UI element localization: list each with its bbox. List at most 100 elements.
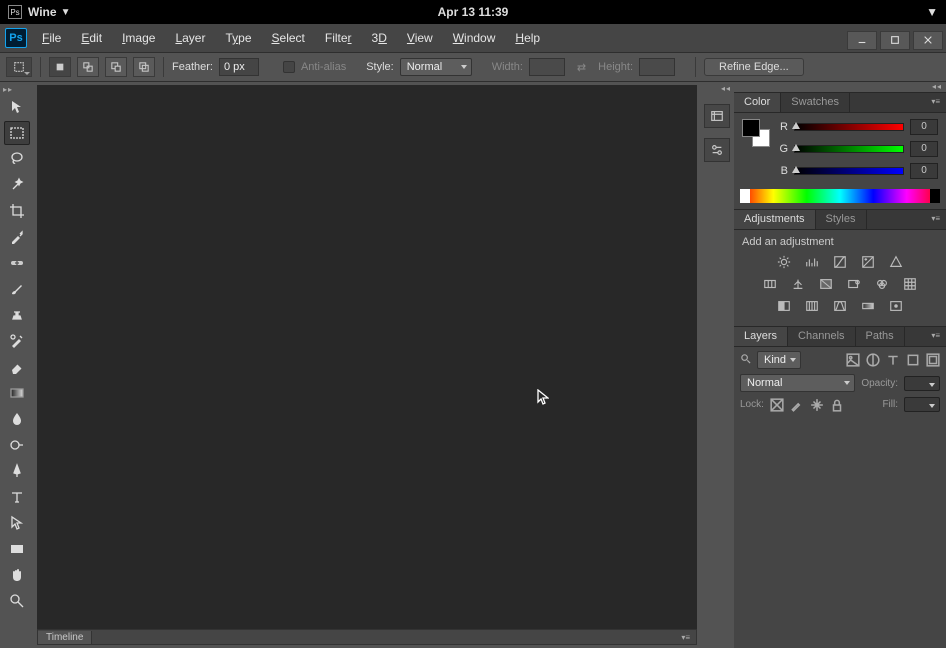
hand-tool[interactable]	[4, 563, 30, 587]
channel-mixer-icon[interactable]	[873, 276, 891, 292]
menu-help[interactable]: Help	[505, 25, 550, 51]
menu-window[interactable]: Window	[443, 25, 506, 51]
invert-icon[interactable]	[775, 298, 793, 314]
tab-layers[interactable]: Layers	[734, 327, 788, 346]
type-tool[interactable]	[4, 485, 30, 509]
history-brush-tool[interactable]	[4, 329, 30, 353]
b-value-input[interactable]: 0	[910, 163, 938, 179]
g-slider[interactable]	[794, 145, 904, 153]
properties-panel-icon[interactable]	[704, 138, 730, 162]
menu-edit[interactable]: Edit	[71, 25, 112, 51]
color-lookup-icon[interactable]	[901, 276, 919, 292]
zoom-tool[interactable]	[4, 589, 30, 613]
r-value-input[interactable]: 0	[910, 119, 938, 135]
threshold-icon[interactable]	[831, 298, 849, 314]
photo-filter-icon[interactable]	[845, 276, 863, 292]
rectangular-marquee-tool[interactable]	[4, 121, 30, 145]
menu-filter[interactable]: Filter	[315, 25, 362, 51]
healing-brush-tool[interactable]	[4, 251, 30, 275]
fill-input[interactable]	[904, 397, 940, 412]
timeline-flyout-icon[interactable]: ▾≡	[675, 633, 696, 642]
r-slider[interactable]	[794, 123, 904, 131]
move-tool[interactable]	[4, 95, 30, 119]
b-slider[interactable]	[794, 167, 904, 175]
layers-flyout-icon[interactable]: ▾≡	[925, 327, 946, 346]
gradient-map-icon[interactable]	[859, 298, 877, 314]
canvas-area[interactable]	[37, 85, 697, 629]
layers-list[interactable]	[734, 416, 946, 648]
lock-image-icon[interactable]	[790, 398, 804, 412]
g-value-input[interactable]: 0	[910, 141, 938, 157]
pen-tool[interactable]	[4, 459, 30, 483]
brush-tool[interactable]	[4, 277, 30, 301]
menu-select[interactable]: Select	[262, 25, 315, 51]
timeline-tab[interactable]: Timeline	[38, 631, 92, 644]
crop-tool[interactable]	[4, 199, 30, 223]
window-maximize-button[interactable]	[880, 31, 910, 50]
eraser-tool[interactable]	[4, 355, 30, 379]
color-spectrum-ramp[interactable]	[740, 189, 940, 203]
eyedropper-tool[interactable]	[4, 225, 30, 249]
opacity-input[interactable]	[904, 376, 940, 391]
black-white-icon[interactable]	[817, 276, 835, 292]
feather-input[interactable]: 0 px	[219, 58, 259, 76]
layer-filter-kind-select[interactable]: Kind	[757, 351, 801, 369]
filter-pixel-icon[interactable]	[846, 353, 860, 367]
tab-adjustments[interactable]: Adjustments	[734, 210, 816, 229]
filter-type-icon[interactable]	[886, 353, 900, 367]
menu-image[interactable]: Image	[112, 25, 165, 51]
magic-wand-tool[interactable]	[4, 173, 30, 197]
foreground-background-swatch[interactable]	[742, 119, 770, 147]
levels-icon[interactable]	[803, 254, 821, 270]
selective-color-icon[interactable]	[887, 298, 905, 314]
lock-position-icon[interactable]	[810, 398, 824, 412]
adjustments-flyout-icon[interactable]: ▾≡	[925, 210, 946, 229]
menu-layer[interactable]: Layer	[165, 25, 215, 51]
menu-file[interactable]: File	[32, 25, 71, 51]
brightness-contrast-icon[interactable]	[775, 254, 793, 270]
filter-adjustment-icon[interactable]	[866, 353, 880, 367]
window-close-button[interactable]	[913, 31, 943, 50]
blur-tool[interactable]	[4, 407, 30, 431]
posterize-icon[interactable]	[803, 298, 821, 314]
tab-paths[interactable]: Paths	[856, 327, 905, 346]
menu-3d[interactable]: 3D	[362, 25, 397, 51]
hue-saturation-icon[interactable]	[761, 276, 779, 292]
panels-collapse-icon[interactable]: ◂◂	[734, 82, 946, 92]
exposure-icon[interactable]	[859, 254, 877, 270]
color-flyout-icon[interactable]: ▾≡	[925, 93, 946, 112]
tab-channels[interactable]: Channels	[788, 327, 855, 346]
lock-transparency-icon[interactable]	[770, 398, 784, 412]
tools-collapse-icon[interactable]: ▸▸	[0, 84, 34, 94]
filter-shape-icon[interactable]	[906, 353, 920, 367]
curves-icon[interactable]	[831, 254, 849, 270]
selection-intersect-icon[interactable]	[133, 57, 155, 77]
window-minimize-button[interactable]	[847, 31, 877, 50]
tab-swatches[interactable]: Swatches	[781, 93, 850, 112]
clone-stamp-tool[interactable]	[4, 303, 30, 327]
foreground-color-swatch[interactable]	[742, 119, 760, 137]
refine-edge-button[interactable]: Refine Edge...	[704, 58, 804, 76]
rectangle-tool[interactable]	[4, 537, 30, 561]
selection-add-icon[interactable]	[77, 57, 99, 77]
selection-new-icon[interactable]	[49, 57, 71, 77]
os-app-menu-chevron-icon[interactable]: ▼	[61, 7, 71, 18]
lasso-tool[interactable]	[4, 147, 30, 171]
dodge-tool[interactable]	[4, 433, 30, 457]
tray-chevron-down-icon[interactable]: ▼	[926, 5, 938, 19]
blend-mode-select[interactable]: Normal	[740, 374, 855, 392]
gradient-tool[interactable]	[4, 381, 30, 405]
selection-subtract-icon[interactable]	[105, 57, 127, 77]
color-balance-icon[interactable]	[789, 276, 807, 292]
current-tool-indicator[interactable]	[6, 57, 32, 77]
dock-collapse-icon[interactable]: ◂◂	[700, 84, 734, 94]
style-select[interactable]: Normal	[400, 58, 472, 76]
lock-all-icon[interactable]	[830, 398, 844, 412]
tab-styles[interactable]: Styles	[816, 210, 867, 229]
layer-filter-search-icon[interactable]	[740, 353, 751, 367]
vibrance-icon[interactable]	[887, 254, 905, 270]
menu-view[interactable]: View	[397, 25, 443, 51]
menu-type[interactable]: Type	[215, 25, 261, 51]
history-panel-icon[interactable]	[704, 104, 730, 128]
tab-color[interactable]: Color	[734, 93, 781, 112]
